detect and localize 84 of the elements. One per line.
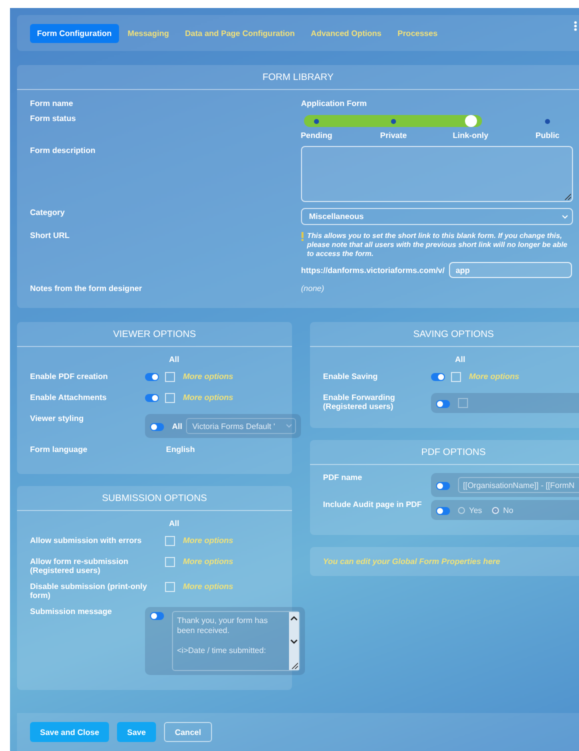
toggle-switch[interactable]: [145, 394, 159, 402]
panel-title: SUBMISSION OPTIONS: [102, 493, 208, 504]
save-button[interactable]: Save: [117, 722, 156, 742]
caret-icon: [286, 424, 292, 428]
option-label: Disable submission (print-only form): [30, 582, 148, 600]
global-properties-link[interactable]: You can edit your Global Form Properties here: [323, 557, 500, 566]
field-label: Short URL: [30, 231, 71, 240]
tab[interactable]: Data and Page Configuration: [178, 24, 302, 42]
tab[interactable]: Messaging: [120, 24, 176, 42]
form-name-value: Application Form: [301, 99, 367, 108]
toggle-switch[interactable]: [436, 482, 450, 490]
status-label: Private: [380, 131, 407, 140]
option-label: Submission message: [30, 607, 113, 616]
panel-title: SAVING OPTIONS: [413, 329, 494, 340]
checkbox[interactable]: [165, 582, 175, 592]
panel-title: VIEWER OPTIONS: [113, 329, 196, 340]
caret-icon: [562, 214, 568, 218]
panel-title: PDF OPTIONS: [421, 447, 486, 458]
checkbox[interactable]: [451, 372, 461, 382]
status-dot[interactable]: [545, 118, 550, 124]
field-label: Notes from the form designer: [30, 284, 144, 293]
cancel-button[interactable]: Cancel: [164, 722, 212, 742]
column-header: All: [455, 355, 466, 364]
more-options-link[interactable]: More options: [183, 393, 234, 402]
url-prefix: https://danforms.victoriaforms.com/v/: [301, 266, 445, 274]
tab[interactable]: Advanced Options: [304, 24, 388, 42]
checkbox[interactable]: [165, 393, 175, 403]
scroll-up-icon[interactable]: [290, 616, 298, 621]
save-button[interactable]: Save and Close: [30, 722, 110, 742]
option-text: All: [172, 422, 182, 430]
tab[interactable]: Processes: [390, 24, 445, 42]
option-label: PDF name: [323, 473, 364, 482]
field-label: Category: [30, 208, 66, 217]
more-options-link[interactable]: More options: [183, 372, 234, 381]
warning-icon: [301, 232, 304, 241]
more-options-link[interactable]: More options: [183, 557, 234, 566]
option-label: Include Audit page in PDF: [323, 500, 423, 509]
status-label: Link-only: [452, 131, 488, 140]
option-label: Enable Forwarding (Registered users): [323, 393, 396, 411]
more-icon[interactable]: [574, 21, 577, 31]
scroll-down-icon[interactable]: [290, 639, 298, 644]
option-label: Enable PDF creation: [30, 372, 109, 381]
checkbox[interactable]: [458, 398, 468, 408]
resize-grip-icon[interactable]: [290, 662, 298, 669]
panel-title: FORM LIBRARY: [262, 72, 334, 83]
toggle-switch[interactable]: [436, 400, 450, 408]
category-select[interactable]: Miscellaneous: [301, 208, 573, 225]
option-label: Allow submission with errors: [30, 536, 143, 545]
notes-value: (none): [301, 284, 324, 293]
description-field[interactable]: [301, 146, 573, 202]
field-label: Form status: [30, 114, 77, 123]
option-value: English: [166, 445, 195, 454]
column-header: All: [169, 519, 180, 528]
option-label: Allow form re-submission (Registered users): [30, 557, 130, 575]
status-dot[interactable]: [314, 118, 319, 124]
status-slider-track[interactable]: [304, 115, 482, 127]
message-field[interactable]: Thank you, your form has been received. <i>Date / time submitted:: [172, 611, 300, 671]
radio-option[interactable]: No: [492, 506, 514, 514]
checkbox[interactable]: [165, 557, 175, 567]
more-options-link[interactable]: More options: [469, 372, 520, 381]
short-url-field[interactable]: app: [448, 262, 572, 278]
column-header: All: [169, 355, 180, 364]
more-options-link[interactable]: More options: [183, 536, 234, 545]
status-label: Public: [535, 131, 560, 140]
status-dot[interactable]: [391, 118, 396, 124]
styling-select[interactable]: Victoria Forms Default ': [186, 418, 296, 434]
status-label: Pending: [300, 131, 332, 140]
toggle-switch[interactable]: [150, 612, 164, 620]
checkbox[interactable]: [165, 372, 175, 382]
option-label: Form language: [30, 445, 88, 454]
toggle-switch[interactable]: [145, 373, 159, 381]
resize-grip-icon[interactable]: [564, 193, 571, 200]
tab[interactable]: Form Configuration: [30, 24, 119, 42]
toggle-switch[interactable]: [150, 422, 164, 430]
radio-option[interactable]: Yes: [458, 506, 482, 514]
option-label: Enable Saving: [323, 372, 379, 381]
option-label: Viewer styling: [30, 414, 85, 423]
toggle-switch[interactable]: [436, 506, 450, 514]
toggle-switch[interactable]: [431, 373, 445, 381]
more-options-link[interactable]: More options: [183, 582, 234, 591]
option-label: Enable Attachments: [30, 393, 108, 402]
checkbox[interactable]: [165, 536, 175, 546]
field-label: Form description: [30, 146, 96, 155]
field-label: Form name: [30, 99, 74, 108]
